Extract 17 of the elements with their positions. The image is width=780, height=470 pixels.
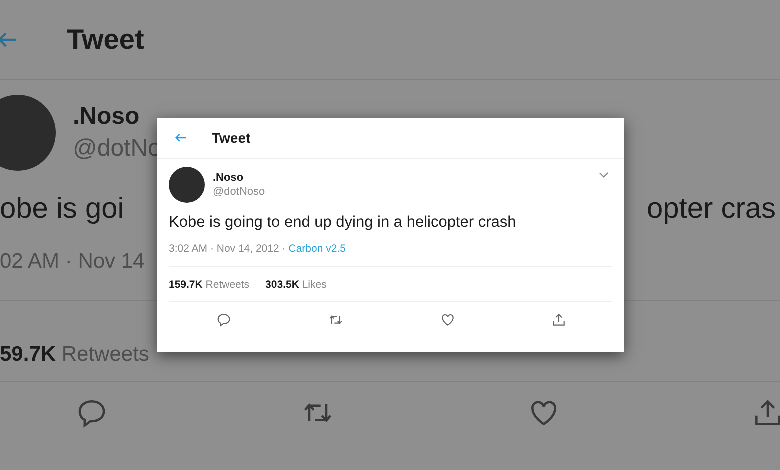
page-title: Tweet [212, 130, 251, 146]
avatar-photo-placeholder [169, 167, 205, 203]
heart-icon[interactable] [440, 312, 456, 328]
author-name: .Noso [213, 172, 245, 184]
stat-count: 59.7K Retweets [0, 343, 150, 368]
author-name: .Noso [73, 103, 141, 131]
tweet-text: Kobe is going to end up dying in a helicopter crash [169, 214, 518, 232]
share-icon[interactable] [551, 312, 567, 328]
stat-count[interactable]: 303.5K Likes [266, 279, 327, 291]
comment-icon[interactable] [216, 312, 232, 328]
tweet-text: obe is goi [0, 193, 124, 226]
tweet-text: opter cras [647, 193, 776, 226]
chevron-down-icon[interactable] [599, 172, 609, 179]
stat-count[interactable]: 159.7K Retweets [169, 279, 250, 291]
page-title: Tweet [67, 24, 144, 56]
author-handle: @dotNoso [213, 186, 266, 198]
back-arrow-icon[interactable] [174, 131, 188, 145]
